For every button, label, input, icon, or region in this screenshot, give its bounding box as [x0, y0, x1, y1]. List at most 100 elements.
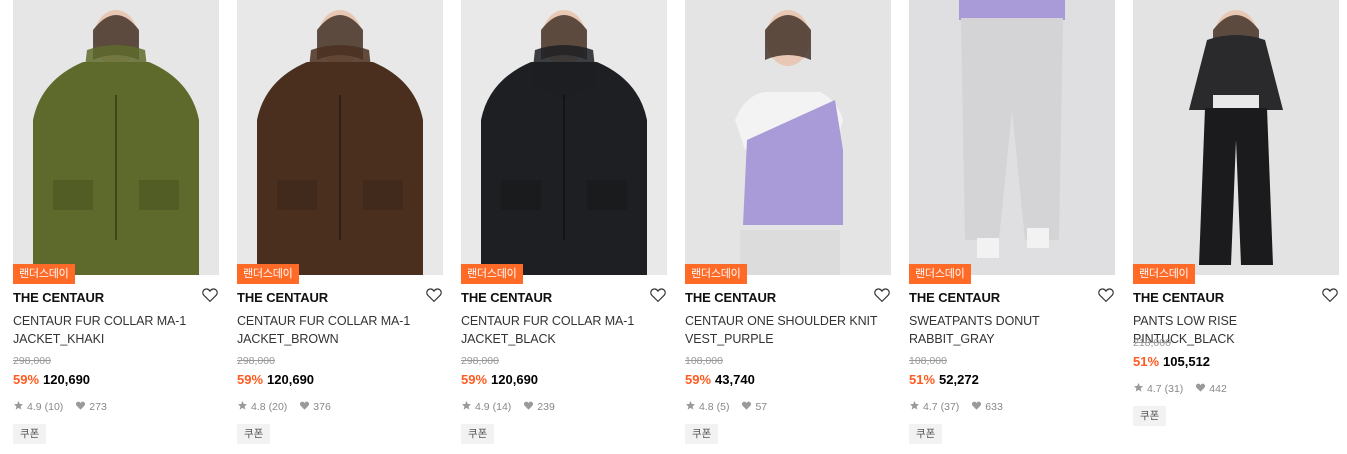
product-name[interactable]: CENTAUR FUR COLLAR MA-1 JACKET_KHAKI: [13, 312, 213, 348]
discount-rate: 59%: [461, 372, 488, 387]
rating-row: 4.9 (14) 239: [461, 400, 555, 414]
review-count: (20): [268, 401, 288, 413]
star-icon: [1133, 382, 1144, 396]
heart-icon[interactable]: [201, 286, 219, 304]
rating-row: 4.8 (20) 376: [237, 400, 331, 414]
brand-name[interactable]: THE CENTAUR: [13, 290, 104, 305]
product-name[interactable]: CENTAUR FUR COLLAR MA-1 JACKET_BLACK: [461, 312, 661, 348]
heart-icon[interactable]: [425, 286, 443, 304]
rating-value: 4.8: [251, 401, 266, 413]
sale-price: 120,690: [267, 372, 315, 387]
review-count: (14): [492, 401, 512, 413]
sale-price-row: 51% 105,512: [1133, 354, 1210, 369]
star-icon: [13, 400, 24, 414]
event-badge: 랜더스데이: [909, 264, 971, 284]
brand-name[interactable]: THE CENTAUR: [685, 290, 776, 305]
review-count: (10): [44, 401, 64, 413]
brand-name[interactable]: THE CENTAUR: [909, 290, 1000, 305]
rating-row: 4.8 (5) 57: [685, 400, 767, 414]
review-count: (5): [716, 401, 730, 413]
like-count: 57: [755, 401, 768, 413]
star-icon: [237, 400, 248, 414]
like-count: 376: [313, 401, 331, 413]
star-icon: [461, 400, 472, 414]
product-image[interactable]: [13, 0, 219, 275]
heart-icon[interactable]: [1321, 286, 1339, 304]
coupon-tag: 쿠폰: [13, 424, 47, 444]
product-image[interactable]: [685, 0, 891, 275]
sale-price-row: 51% 52,272: [909, 372, 979, 387]
rating-value: 4.9: [27, 401, 42, 413]
like-count: 239: [537, 401, 555, 413]
original-price: 298,000: [237, 355, 275, 367]
original-price: 298,000: [13, 355, 51, 367]
brand-name[interactable]: THE CENTAUR: [461, 290, 552, 305]
product-image[interactable]: [1133, 0, 1339, 275]
coupon-tag: 쿠폰: [1133, 406, 1167, 426]
product-name[interactable]: CENTAUR ONE SHOULDER KNIT VEST_PURPLE: [685, 312, 885, 348]
discount-rate: 51%: [909, 372, 936, 387]
heart-icon[interactable]: [1097, 286, 1115, 304]
product-card[interactable]: 랜더스데이 THE CENTAUR PANTS LOW RISE PINTUCK_B…: [1133, 0, 1339, 454]
product-card[interactable]: 랜더스데이 THE CENTAUR CENTAUR ONE SHOULDER KNI…: [685, 0, 891, 454]
heart-count-icon: [1195, 382, 1206, 396]
star-icon: [909, 400, 920, 414]
discount-rate: 59%: [685, 372, 712, 387]
sale-price: 120,690: [43, 372, 91, 387]
discount-rate: 51%: [1133, 354, 1160, 369]
coupon-tag: 쿠폰: [461, 424, 495, 444]
heart-count-icon: [741, 400, 752, 414]
heart-count-icon: [75, 400, 86, 414]
original-price: 298,000: [461, 355, 499, 367]
product-image[interactable]: [237, 0, 443, 275]
discount-rate: 59%: [13, 372, 40, 387]
event-badge: 랜더스데이: [13, 264, 75, 284]
heart-count-icon: [971, 400, 982, 414]
sale-price-row: 59% 43,740: [685, 372, 755, 387]
sale-price: 43,740: [715, 372, 755, 387]
like-count: 633: [985, 401, 1003, 413]
rating-value: 4.7: [923, 401, 938, 413]
event-badge: 랜더스데이: [237, 264, 299, 284]
sale-price-row: 59% 120,690: [237, 372, 314, 387]
heart-count-icon: [523, 400, 534, 414]
original-price: 108,000: [909, 355, 947, 367]
product-image[interactable]: [909, 0, 1115, 275]
brand-name[interactable]: THE CENTAUR: [237, 290, 328, 305]
heart-count-icon: [299, 400, 310, 414]
coupon-tag: 쿠폰: [909, 424, 943, 444]
rating-value: 4.7: [1147, 383, 1162, 395]
product-name[interactable]: CENTAUR FUR COLLAR MA-1 JACKET_BROWN: [237, 312, 437, 348]
heart-icon[interactable]: [649, 286, 667, 304]
product-card[interactable]: 랜더스데이 THE CENTAUR CENTAUR FUR COLLAR MA-1 …: [13, 0, 219, 454]
like-count: 273: [89, 401, 107, 413]
review-count: (37): [940, 401, 960, 413]
discount-rate: 59%: [237, 372, 264, 387]
brand-name[interactable]: THE CENTAUR: [1133, 290, 1224, 305]
original-price: 218,000: [1133, 337, 1171, 349]
product-card[interactable]: 랜더스데이 THE CENTAUR SWEATPANTS DONUT RABBIT_…: [909, 0, 1115, 454]
event-badge: 랜더스데이: [461, 264, 523, 284]
product-card[interactable]: 랜더스데이 THE CENTAUR CENTAUR FUR COLLAR MA-1 …: [461, 0, 667, 454]
rating-value: 4.9: [475, 401, 490, 413]
event-badge: 랜더스데이: [685, 264, 747, 284]
star-icon: [685, 400, 696, 414]
product-grid: 랜더스데이 THE CENTAUR CENTAUR FUR COLLAR MA-1 …: [0, 0, 1347, 454]
product-card[interactable]: 랜더스데이 THE CENTAUR CENTAUR FUR COLLAR MA-1 …: [237, 0, 443, 454]
rating-row: 4.7 (31) 442: [1133, 382, 1227, 396]
rating-row: 4.9 (10) 273: [13, 400, 107, 414]
coupon-tag: 쿠폰: [685, 424, 719, 444]
heart-icon[interactable]: [873, 286, 891, 304]
sale-price-row: 59% 120,690: [461, 372, 538, 387]
sale-price: 52,272: [939, 372, 979, 387]
coupon-tag: 쿠폰: [237, 424, 271, 444]
like-count: 442: [1209, 383, 1227, 395]
sale-price-row: 59% 120,690: [13, 372, 90, 387]
rating-value: 4.8: [699, 401, 714, 413]
product-image[interactable]: [461, 0, 667, 275]
event-badge: 랜더스데이: [1133, 264, 1195, 284]
sale-price: 120,690: [491, 372, 539, 387]
product-name[interactable]: SWEATPANTS DONUT RABBIT_GRAY: [909, 312, 1109, 348]
rating-row: 4.7 (37) 633: [909, 400, 1003, 414]
review-count: (31): [1164, 383, 1184, 395]
